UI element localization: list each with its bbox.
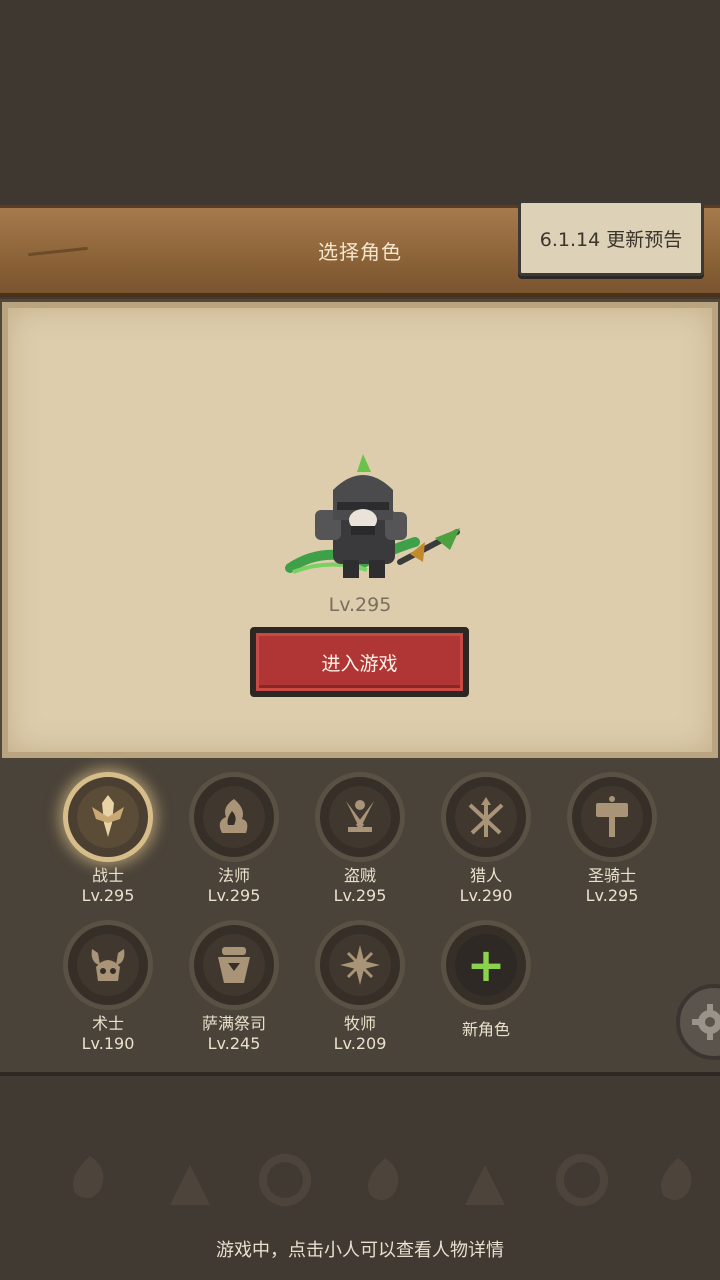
background-emblem-icon — [259, 1154, 311, 1206]
class-ring — [567, 772, 657, 862]
background-emblem-icon — [661, 1158, 692, 1201]
background-emblem-icon — [556, 1154, 608, 1206]
class-slot-warrior[interactable]: 战士 Lv.295 — [58, 772, 158, 906]
class-name: 战士 — [91, 866, 124, 885]
footer-hint: 游戏中，点击小人可以查看人物详情 — [216, 1240, 504, 1261]
new-character-label: 新角色 — [461, 1020, 510, 1039]
class-level: Lv.295 — [585, 886, 639, 905]
class-ring — [315, 920, 405, 1010]
class-level: Lv.209 — [333, 1034, 387, 1053]
background-emblem-icon — [73, 1156, 104, 1199]
class-name: 法师 — [217, 866, 250, 885]
character-select-screen: 选择角色 6.1.14 更新预告 Lv.295 进入游戏 战士 Lv.295 法… — [0, 0, 720, 1280]
class-level: Lv.295 — [207, 886, 261, 905]
class-slot-rogue[interactable]: 盗贼 Lv.295 — [310, 772, 410, 906]
warrior-sword-icon — [77, 786, 139, 848]
background-emblem-icon — [170, 1165, 210, 1205]
enter-game-button[interactable]: 进入游戏 — [250, 627, 469, 697]
class-slot-mage[interactable]: 法师 Lv.295 — [184, 772, 284, 906]
new-character-button[interactable]: + 新角色 — [436, 920, 536, 1040]
class-slot-warlock[interactable]: 术士 Lv.190 — [58, 920, 158, 1054]
paladin-hammer-icon — [581, 786, 643, 848]
class-ring — [315, 772, 405, 862]
class-level: Lv.295 — [333, 886, 387, 905]
mage-flame-icon — [203, 786, 265, 848]
top-background — [0, 0, 720, 205]
class-level: Lv.295 — [81, 886, 135, 905]
hunter-arrows-icon — [455, 786, 517, 848]
class-name: 术士 — [91, 1014, 124, 1033]
warlock-skull-icon — [77, 934, 139, 996]
hero-sprite[interactable] — [285, 450, 465, 590]
class-name: 牧师 — [343, 1014, 376, 1033]
class-ring — [189, 920, 279, 1010]
background-emblem-icon — [465, 1165, 505, 1205]
gear-icon — [692, 1004, 720, 1040]
class-level: Lv.245 — [207, 1034, 261, 1053]
class-name: 猎人 — [469, 866, 502, 885]
update-notice-button[interactable]: 6.1.14 更新预告 — [518, 200, 704, 276]
class-name: 盗贼 — [343, 866, 376, 885]
class-level: Lv.290 — [459, 886, 513, 905]
class-level: Lv.190 — [81, 1034, 135, 1053]
priest-star-icon — [329, 934, 391, 996]
hero-level: Lv.295 — [328, 594, 392, 616]
plus-icon: + — [455, 934, 517, 996]
class-slot-paladin[interactable]: 圣骑士 Lv.295 — [562, 772, 662, 906]
class-ring: + — [441, 920, 531, 1010]
class-ring — [63, 772, 153, 862]
class-ring — [189, 772, 279, 862]
rogue-daggers-icon — [329, 786, 391, 848]
class-slot-priest[interactable]: 牧师 Lv.209 — [310, 920, 410, 1054]
background-emblem-icon — [368, 1158, 399, 1201]
class-slot-hunter[interactable]: 猎人 Lv.290 — [436, 772, 536, 906]
class-ring — [441, 772, 531, 862]
class-name: 圣骑士 — [587, 866, 636, 885]
class-ring — [63, 920, 153, 1010]
class-slot-shaman[interactable]: 萨满祭司 Lv.245 — [184, 920, 284, 1054]
class-name: 萨满祭司 — [201, 1014, 266, 1033]
shaman-totem-icon — [203, 934, 265, 996]
